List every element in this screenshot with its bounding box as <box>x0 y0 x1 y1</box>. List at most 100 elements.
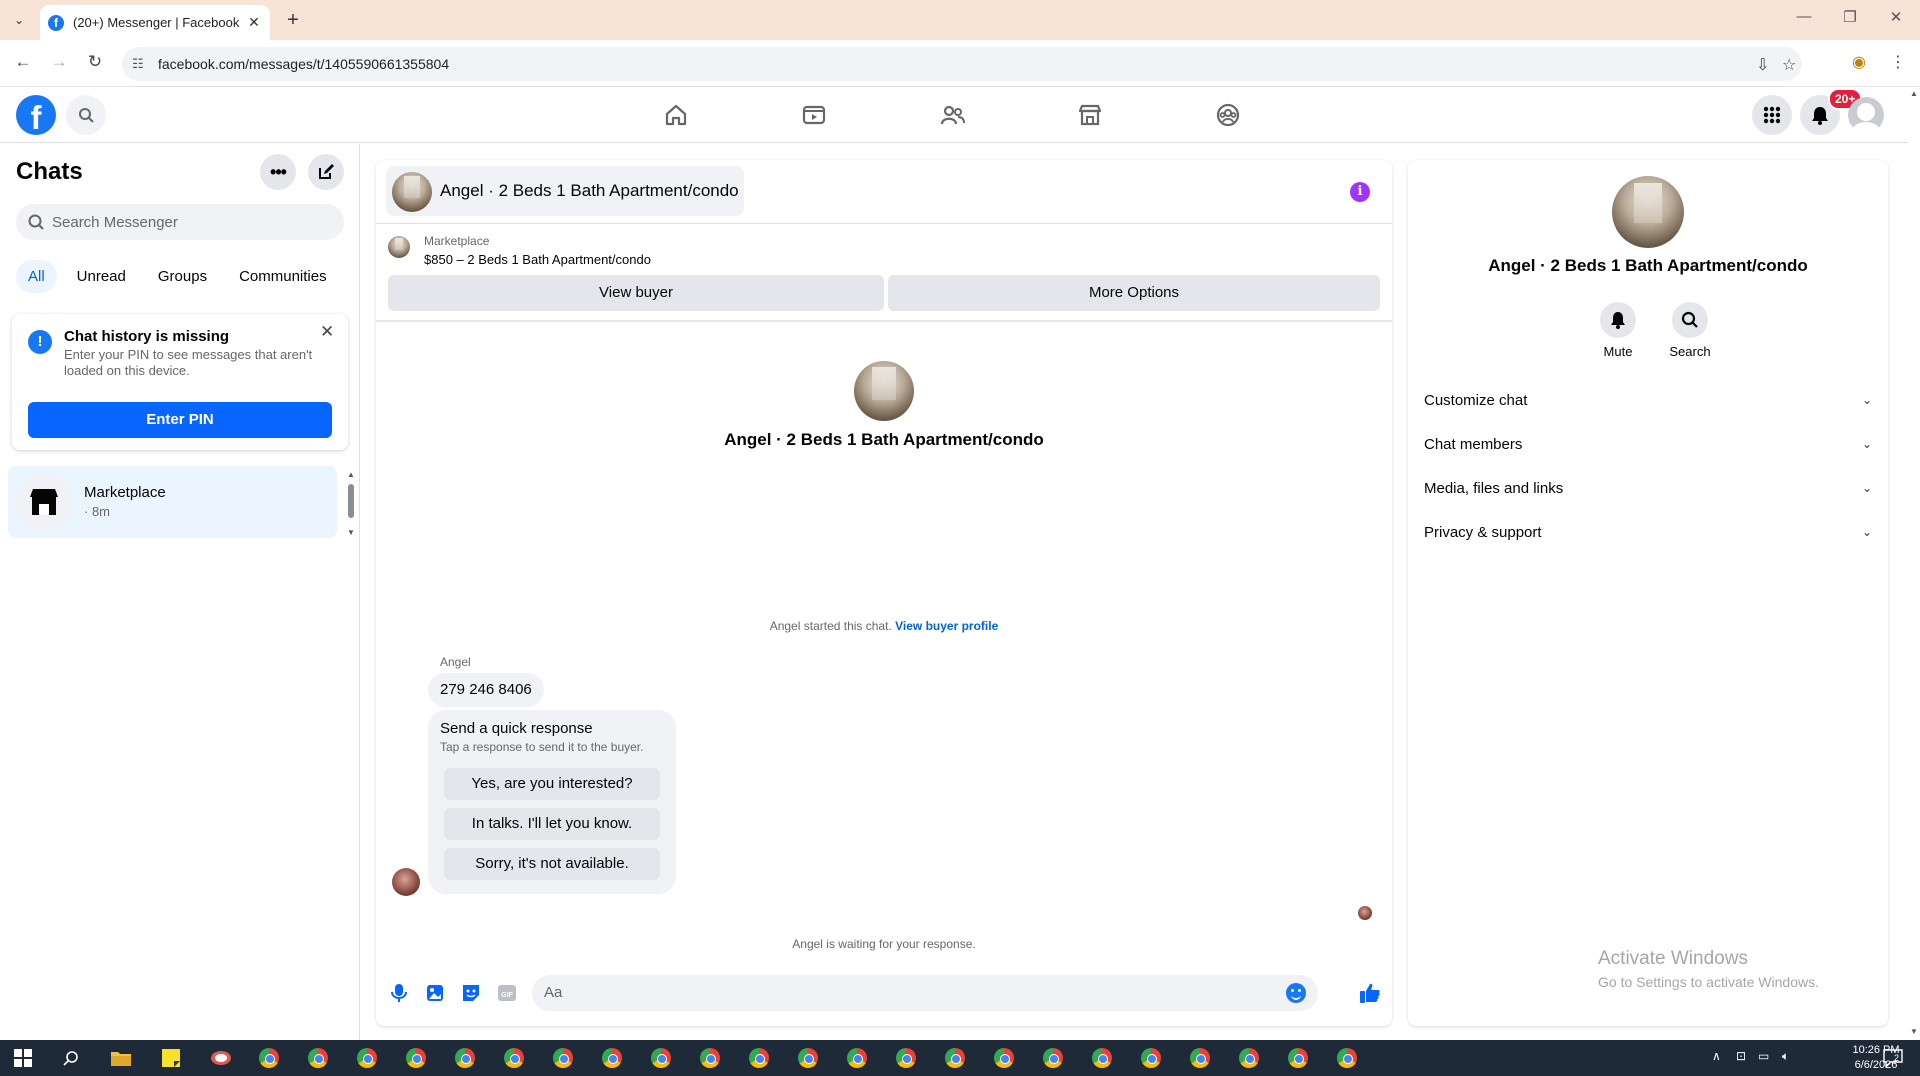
chrome-icon[interactable] <box>1238 1047 1260 1069</box>
browser-menu-icon[interactable]: ⋮ <box>1890 52 1906 72</box>
messenger-search[interactable] <box>16 204 344 240</box>
bookmark-star-icon[interactable]: ☆ <box>1782 55 1796 75</box>
network-icon[interactable]: ▭ <box>1758 1049 1769 1063</box>
message-input-wrapper[interactable] <box>532 975 1318 1011</box>
nav-groups[interactable] <box>1212 99 1244 131</box>
chrome-icon[interactable] <box>503 1047 525 1069</box>
filter-unread[interactable]: Unread <box>65 260 138 293</box>
section-media-files-links[interactable]: Media, files and links ⌄ <box>1416 466 1880 510</box>
quick-response-button[interactable]: In talks. I'll let you know. <box>444 808 660 840</box>
quick-response-button[interactable]: Yes, are you interested? <box>444 768 660 800</box>
new-tab-button[interactable]: + <box>282 9 304 31</box>
voice-clip-button[interactable] <box>388 982 410 1004</box>
app-icon[interactable] <box>210 1047 232 1069</box>
chrome-icon[interactable] <box>650 1047 672 1069</box>
chrome-icon[interactable] <box>797 1047 819 1069</box>
nav-friends[interactable] <box>937 99 969 131</box>
send-like-button[interactable] <box>1359 982 1381 1004</box>
reload-icon[interactable]: ↻ <box>84 52 106 72</box>
chrome-icon[interactable] <box>258 1047 280 1069</box>
sticker-button[interactable] <box>460 982 482 1004</box>
mute-action[interactable]: Mute <box>1588 302 1648 359</box>
nav-marketplace[interactable] <box>1074 99 1106 131</box>
chrome-icon[interactable] <box>454 1047 476 1069</box>
info-icon[interactable]: i <box>1350 182 1370 202</box>
back-icon[interactable]: ← <box>12 52 34 72</box>
more-options-button[interactable]: More Options <box>888 275 1380 311</box>
chrome-icon[interactable] <box>1042 1047 1064 1069</box>
chrome-icon[interactable] <box>1091 1047 1113 1069</box>
close-icon[interactable]: ✕ <box>320 322 334 342</box>
browser-tab[interactable]: f (20+) Messenger | Facebook ✕ <box>40 5 270 40</box>
sticky-notes-icon[interactable] <box>160 1047 182 1069</box>
chrome-icon[interactable] <box>993 1047 1015 1069</box>
mute-button[interactable] <box>1600 302 1636 338</box>
chrome-icon[interactable] <box>895 1047 917 1069</box>
scrollbar-thumb[interactable] <box>348 484 354 518</box>
show-hidden-icons-icon[interactable]: ∧ <box>1712 1049 1721 1063</box>
profile-icon[interactable]: ◉ <box>1852 52 1866 72</box>
menu-grid-button[interactable] <box>1752 95 1792 135</box>
sender-avatar[interactable] <box>392 868 420 896</box>
chrome-icon[interactable] <box>748 1047 770 1069</box>
taskbar-search[interactable] <box>60 1047 82 1069</box>
conversation-item-marketplace[interactable]: Marketplace · 8m <box>8 466 337 538</box>
install-app-icon[interactable]: ⇩ <box>1756 55 1769 75</box>
listing-title[interactable]: $850 – 2 Beds 1 Bath Apartment/condo <box>424 252 651 267</box>
chrome-icon[interactable] <box>1336 1047 1358 1069</box>
scroll-down-icon[interactable]: ▼ <box>347 528 355 537</box>
filter-groups[interactable]: Groups <box>146 260 219 293</box>
tab-close-icon[interactable]: ✕ <box>246 14 262 31</box>
chrome-icon[interactable] <box>356 1047 378 1069</box>
messenger-search-input[interactable] <box>52 213 332 231</box>
forward-icon[interactable]: → <box>48 52 70 72</box>
quick-response-button[interactable]: Sorry, it's not available. <box>444 848 660 880</box>
view-buyer-profile-link[interactable]: View buyer profile <box>895 619 998 633</box>
chrome-icon[interactable] <box>1189 1047 1211 1069</box>
notification-center-button[interactable]: 2 <box>1882 1047 1904 1069</box>
scroll-down-icon[interactable]: ▼ <box>1910 1027 1918 1036</box>
scroll-up-icon[interactable]: ▲ <box>347 470 355 479</box>
message-input[interactable] <box>544 984 1244 1001</box>
chrome-icon[interactable] <box>846 1047 868 1069</box>
nav-home[interactable] <box>660 99 692 131</box>
new-message-button[interactable] <box>308 154 344 190</box>
nav-video[interactable] <box>798 99 830 131</box>
chrome-icon[interactable] <box>405 1047 427 1069</box>
omnibox[interactable]: ☷ facebook.com/messages/t/14055906613558… <box>122 47 1802 81</box>
site-info-icon[interactable]: ☷ <box>132 56 144 72</box>
chrome-icon[interactable] <box>1287 1047 1309 1069</box>
page-scrollbar[interactable]: ▲ ▼ <box>1908 87 1920 1040</box>
search-action[interactable]: Search <box>1660 302 1720 359</box>
chrome-icon[interactable] <box>601 1047 623 1069</box>
start-button[interactable] <box>12 1047 34 1069</box>
filter-all[interactable]: All <box>16 260 57 293</box>
section-customize-chat[interactable]: Customize chat ⌄ <box>1416 378 1880 422</box>
scroll-up-icon[interactable]: ▲ <box>1910 89 1918 98</box>
conversation-title-button[interactable]: Angel · 2 Beds 1 Bath Apartment/condo <box>386 166 744 216</box>
account-avatar[interactable] <box>1848 97 1884 133</box>
close-window-button[interactable]: ✕ <box>1876 8 1916 26</box>
view-buyer-button[interactable]: View buyer <box>388 275 884 311</box>
gif-button[interactable]: GIF <box>496 982 518 1004</box>
attach-photo-button[interactable] <box>424 982 446 1004</box>
chrome-icon[interactable] <box>699 1047 721 1069</box>
url-text[interactable]: facebook.com/messages/t/1405590661355804 <box>158 56 449 72</box>
enter-pin-button[interactable]: Enter PIN <box>28 402 332 438</box>
facebook-search-button[interactable] <box>66 95 106 135</box>
chat-options-button[interactable]: ••• <box>260 154 296 190</box>
emoji-icon[interactable] <box>1286 983 1306 1003</box>
section-privacy-support[interactable]: Privacy & support ⌄ <box>1416 510 1880 554</box>
file-explorer-icon[interactable] <box>110 1047 132 1069</box>
device-icon[interactable]: ⊡ <box>1736 1049 1746 1063</box>
tab-search-button[interactable]: ⌄ <box>6 8 32 32</box>
search-in-chat-button[interactable] <box>1672 302 1708 338</box>
chrome-icon[interactable] <box>944 1047 966 1069</box>
filter-communities[interactable]: Communities <box>227 260 339 293</box>
volume-icon[interactable]: 🔈︎ <box>1782 1049 1789 1064</box>
chat-list-scrollbar[interactable]: ▲ ▼ <box>347 470 355 538</box>
section-chat-members[interactable]: Chat members ⌄ <box>1416 422 1880 466</box>
restore-button[interactable]: ❐ <box>1830 8 1870 26</box>
message-bubble[interactable]: 279 246 8406 <box>428 673 544 707</box>
minimize-button[interactable]: — <box>1784 8 1824 25</box>
